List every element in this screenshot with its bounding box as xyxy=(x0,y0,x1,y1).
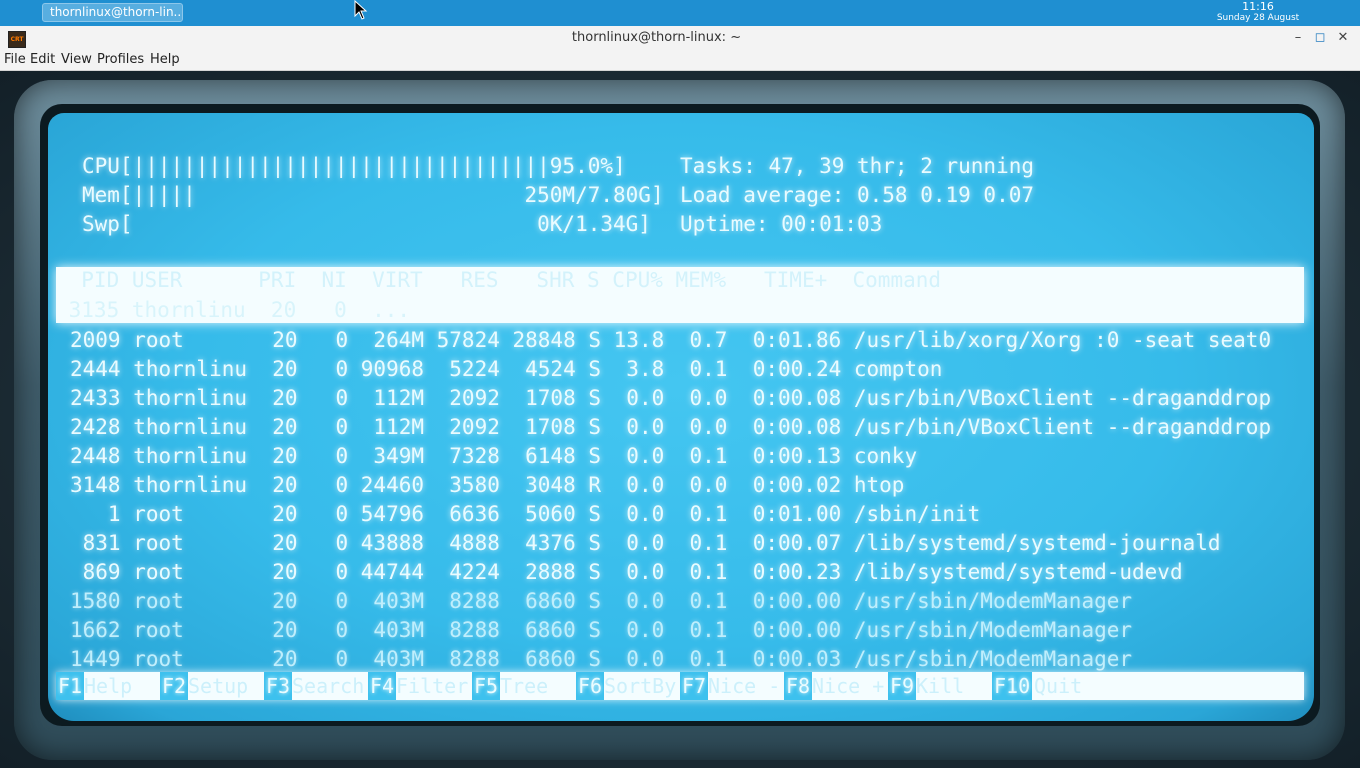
process-row[interactable]: 1449 root 20 0 403M 8288 6860 S 0.0 0.1 … xyxy=(70,646,1132,672)
menu-view[interactable]: View xyxy=(61,50,92,70)
cpu-meter: CPU[|||||||||||||||||||||||||||||||||95.… xyxy=(82,154,626,178)
fkey-label-f8[interactable]: Nice + xyxy=(812,672,884,700)
fkey-label-f1[interactable]: Help xyxy=(84,672,132,700)
clock[interactable]: 11:16 Sunday 28 August xyxy=(1198,1,1318,24)
mouse-cursor-icon xyxy=(354,0,368,20)
window-titlebar[interactable]: CRT thornlinux@thorn-linux: ~ – ◻ ✕ xyxy=(0,26,1360,51)
clock-date: Sunday 28 August xyxy=(1216,13,1300,23)
fkey-label-f6[interactable]: SortBy xyxy=(604,672,676,700)
process-row[interactable]: 1 root 20 0 54796 6636 5060 S 0.0 0.1 0:… xyxy=(70,501,980,527)
process-row[interactable]: 869 root 20 0 44744 4224 2888 S 0.0 0.1 … xyxy=(70,559,1183,585)
process-table-header[interactable]: PID USER PRI NI VIRT RES SHR S CPU% MEM%… xyxy=(56,267,1304,323)
clock-time: 11:16 xyxy=(1242,0,1274,13)
crt-screen[interactable]: CPU[|||||||||||||||||||||||||||||||||95.… xyxy=(48,113,1314,721)
process-row[interactable]: 1662 root 20 0 403M 8288 6860 S 0.0 0.1 … xyxy=(70,617,1132,643)
fkey-f1[interactable]: F1 xyxy=(56,672,85,700)
load-average: Load average: 0.58 0.19 0.07 xyxy=(680,183,1035,207)
process-row[interactable]: 831 root 20 0 43888 4888 4376 S 0.0 0.1 … xyxy=(70,530,1221,556)
fkey-label-f3[interactable]: Search xyxy=(292,672,364,700)
process-row[interactable]: 2433 thornlinu 20 0 112M 2092 1708 S 0.0… xyxy=(70,385,1271,411)
window-title: thornlinux@thorn-linux: ~ xyxy=(571,30,742,45)
close-button[interactable]: ✕ xyxy=(1334,29,1352,47)
taskbar-window-button[interactable]: thornlinux@thorn-lin... xyxy=(42,3,183,22)
mem-meter: Mem[||||| 250M/7.80G] xyxy=(82,183,664,207)
maximize-button[interactable]: ◻ xyxy=(1311,29,1329,47)
process-row[interactable]: 1580 root 20 0 403M 8288 6860 S 0.0 0.1 … xyxy=(70,588,1132,614)
menu-profiles[interactable]: Profiles xyxy=(97,50,144,70)
menu-help[interactable]: Help xyxy=(150,50,180,70)
process-row[interactable]: 2009 root 20 0 264M 57824 28848 S 13.8 0… xyxy=(70,327,1271,353)
uptime: Uptime: 00:01:03 xyxy=(680,212,883,236)
process-row[interactable]: 3148 thornlinu 20 0 24460 3580 3048 R 0.… xyxy=(70,472,904,498)
fkey-f10[interactable]: F10 xyxy=(992,672,1033,700)
menu-bar: File Edit View Profiles Help xyxy=(0,50,1360,71)
process-row[interactable]: 2448 thornlinu 20 0 349M 7328 6148 S 0.0… xyxy=(70,443,917,469)
minimize-button[interactable]: – xyxy=(1289,29,1307,47)
fkey-label-f5[interactable]: Tree xyxy=(500,672,548,700)
menu-edit[interactable]: Edit xyxy=(30,50,55,70)
fkey-label-f9[interactable]: Kill xyxy=(916,672,964,700)
column-headers: PID USER PRI NI VIRT RES SHR S CPU% MEM%… xyxy=(56,268,942,292)
fkey-f9[interactable]: F9 xyxy=(888,672,917,700)
fkey-f6[interactable]: F6 xyxy=(576,672,605,700)
tasks-summary: Tasks: 47, 39 thr; 2 running xyxy=(680,154,1035,178)
swap-meter: Swp[ 0K/1.34G] xyxy=(82,212,651,236)
fkey-label-f4[interactable]: Filter xyxy=(396,672,468,700)
fkey-f7[interactable]: F7 xyxy=(680,672,709,700)
process-row[interactable]: 2444 thornlinu 20 0 90968 5224 4524 S 3.… xyxy=(70,356,942,382)
menu-file[interactable]: File xyxy=(4,50,26,70)
fkey-f5[interactable]: F5 xyxy=(472,672,501,700)
fkey-label-f2[interactable]: Setup xyxy=(188,672,248,700)
selected-process-row[interactable]: 3135 thornlinu 20 0 ... xyxy=(56,297,410,323)
top-panel: thornlinux@thorn-lin... 11:16 Sunday 28 … xyxy=(0,0,1360,26)
fkey-f8[interactable]: F8 xyxy=(784,672,813,700)
function-key-bar: F1 Help F2 Setup F3 Search F4 Filter F5 Tree F6 Sor… xyxy=(56,672,1304,700)
fkey-f2[interactable]: F2 xyxy=(160,672,189,700)
process-row[interactable]: 2428 thornlinu 20 0 112M 2092 1708 S 0.0… xyxy=(70,414,1271,440)
fkey-f4[interactable]: F4 xyxy=(368,672,397,700)
fkey-label-f10[interactable]: Quit xyxy=(1034,672,1082,700)
fkey-label-f7[interactable]: Nice - xyxy=(708,672,780,700)
fkey-f3[interactable]: F3 xyxy=(264,672,293,700)
